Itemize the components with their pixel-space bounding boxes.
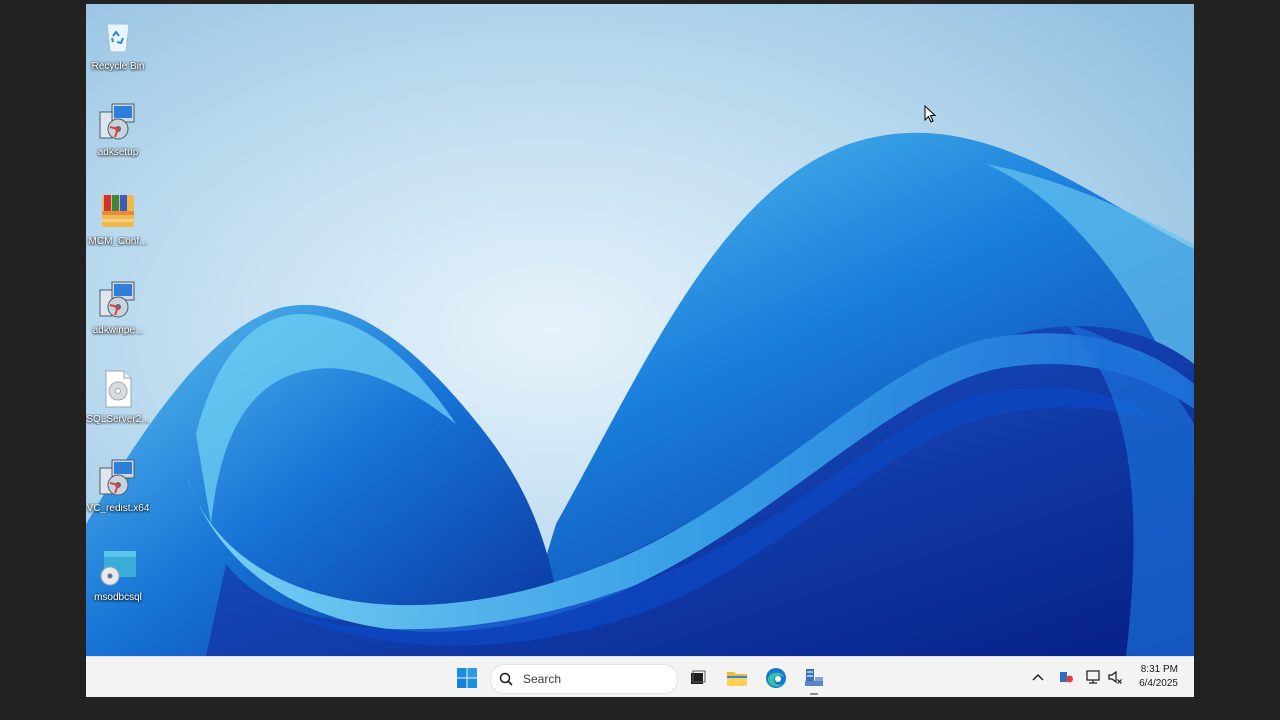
disc-image-file-icon [105,370,132,408]
search-input[interactable] [521,671,665,687]
desktop-icon-label: MCM_Conf... [88,236,148,247]
wallpaper [86,4,1194,656]
clock-date: 6/4/2025 [1139,678,1178,689]
clock-time: 8:31 PM [1140,664,1178,675]
desktop-icon-label: msodbcsql [94,592,142,603]
file-explorer-icon [727,672,747,686]
taskbar-clock[interactable]: 8:31 PM 6/4/2025 [1139,663,1178,691]
installer-icon [99,103,135,140]
chevron-up-icon [1032,674,1044,681]
installer-icon [99,281,135,318]
desktop-icon-adkwinpe[interactable]: adkwinpe... [86,276,150,356]
archive-icon [102,195,134,227]
msi-package-icon [100,551,136,586]
mouse-pointer-icon [924,105,936,123]
task-view-icon [691,670,706,684]
task-view-button[interactable] [684,665,710,691]
desktop-icon-mcm-conf[interactable]: MCM_Conf... [86,187,150,267]
desktop-icon-label: Recycle Bin [91,61,145,72]
volume-button[interactable] [1107,669,1123,685]
search-icon [499,672,513,686]
desktop-icon-label: adkwinpe... [92,325,144,336]
desktop-icon-label: VC_redist.x64 [86,503,150,514]
running-indicator [810,693,818,695]
network-icon [1086,670,1100,684]
desktop-icon-label: SQLServer2... [86,414,150,425]
edge-button[interactable] [763,665,789,691]
server-manager-icon [805,669,823,686]
show-hidden-icons-button[interactable] [1030,669,1046,685]
network-button[interactable] [1085,669,1101,685]
desktop-icon-msodbcsql[interactable]: msodbcsql [86,543,150,623]
server-manager-button[interactable] [801,665,827,691]
tray-app-button[interactable] [1058,669,1074,685]
desktop-icon-label: adksetup [97,147,139,158]
edge-icon [766,668,786,688]
taskbar-search-box[interactable] [490,664,678,694]
desktop-screen: Recycle Bin adksetup MCM_Conf... adkwinp… [86,4,1194,697]
meet-now-icon [1060,672,1073,683]
desktop-icon-vc-redist[interactable]: VC_redist.x64 [86,454,150,534]
start-icon [457,668,477,688]
installer-icon [99,459,135,496]
volume-icon [1108,670,1122,684]
file-explorer-button[interactable] [724,665,750,691]
start-button[interactable] [454,665,480,691]
desktop-icon-recycle-bin[interactable]: Recycle Bin [86,12,150,92]
taskbar: 8:31 PM 6/4/2025 [86,656,1194,697]
desktop-icon-adksetup[interactable]: adksetup [86,98,150,178]
desktop-icon-sqlserver[interactable]: SQLServer2... [86,365,150,445]
recycle-bin-icon [106,23,130,53]
